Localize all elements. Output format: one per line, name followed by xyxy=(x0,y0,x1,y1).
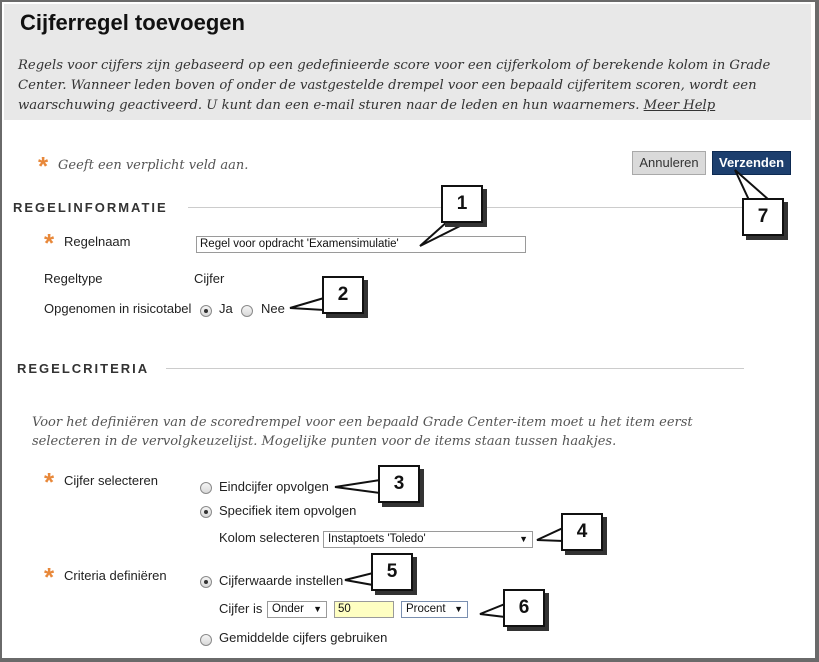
callout-6: 6 xyxy=(503,589,545,627)
callout-4: 4 xyxy=(561,513,603,551)
callout-pointer-2 xyxy=(289,296,325,312)
callout-2: 2 xyxy=(322,276,364,314)
callout-pointer-4 xyxy=(536,526,564,543)
callout-1: 1 xyxy=(441,185,483,223)
callout-pointer-3 xyxy=(334,478,381,495)
callout-pointer-5 xyxy=(344,571,374,587)
callout-7: 7 xyxy=(742,198,784,236)
callout-3: 3 xyxy=(378,465,420,503)
callout-pointer-6 xyxy=(479,602,506,619)
callout-pointer-7 xyxy=(734,169,772,201)
callout-5: 5 xyxy=(371,553,413,591)
callout-pointer-1 xyxy=(419,220,471,247)
